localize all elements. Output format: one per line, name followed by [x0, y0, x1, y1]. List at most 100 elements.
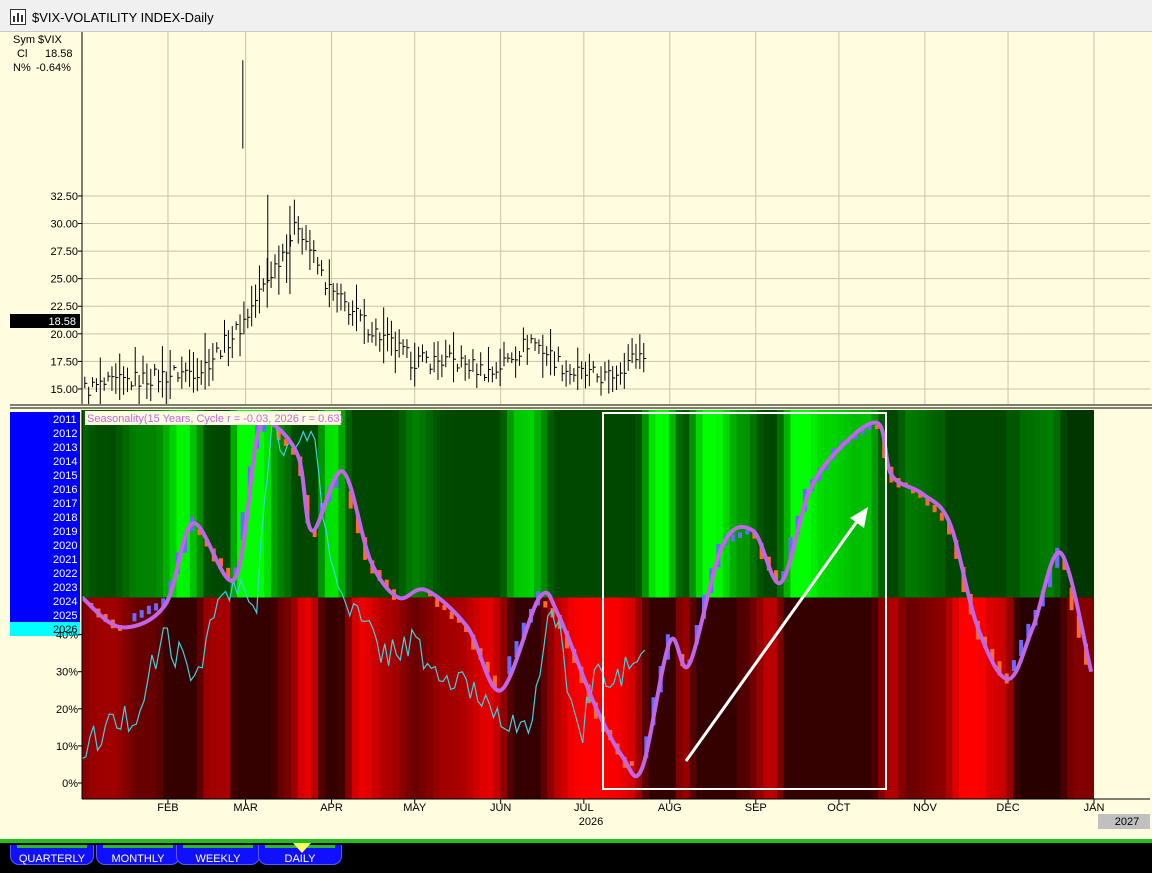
heat-cell-red [702, 597, 711, 799]
price-y-tick-label-2: 20.00 [50, 329, 78, 341]
heat-cell-green [527, 410, 535, 598]
heat-cell-green [716, 410, 724, 598]
year-label: 2026 [579, 816, 603, 828]
heat-cell-red [1040, 597, 1048, 799]
heat-cell-red [183, 597, 191, 799]
heat-cell-red [331, 597, 339, 799]
heat-cell-red [932, 597, 940, 799]
heat-cell-green [189, 410, 198, 598]
heat-cell-green [480, 410, 488, 598]
heat-cell-green [864, 410, 872, 598]
heat-cell-green [736, 410, 744, 598]
heat-cell-red [1006, 597, 1014, 799]
heat-cell-green [972, 410, 980, 598]
heat-cell-red [230, 597, 238, 799]
heat-cell-red [844, 597, 852, 799]
tab-daily[interactable]: DAILY [258, 843, 342, 865]
heat-cell-red [1060, 597, 1068, 799]
heat-cell-green [648, 410, 657, 598]
heat-cell-green [513, 410, 522, 598]
heat-cell-red [763, 597, 771, 799]
year-cell-label: 2022 [53, 568, 77, 580]
heat-cell-green [608, 410, 616, 598]
heat-cell-red [810, 597, 818, 799]
tab-quarterly[interactable]: QUARTERLY [10, 845, 94, 865]
heat-cell-green [675, 410, 684, 598]
seas-y-tick-label-0: 0% [62, 778, 78, 790]
heat-cell-red [608, 597, 616, 799]
heat-cell-red [783, 597, 791, 799]
heat-cell-green [979, 410, 987, 598]
tab-monthly[interactable]: MONTHLY [96, 845, 180, 865]
heat-cell-green [142, 410, 151, 598]
heat-cell-green [662, 410, 670, 598]
heat-cell-green [466, 410, 474, 598]
heat-cell-red [857, 597, 866, 799]
heat-cell-red [817, 597, 825, 799]
heat-cell-green [891, 410, 899, 598]
heat-cell-red [250, 597, 259, 799]
heat-cell-green [102, 410, 110, 598]
heat-cell-red [304, 597, 312, 799]
heat-cell-green [561, 410, 569, 598]
heat-cell-green [588, 410, 596, 598]
heat-cell-green [486, 410, 495, 598]
fill-above [146, 605, 151, 615]
heat-cell-red [716, 597, 724, 799]
heat-cell-green [938, 410, 947, 598]
title-bar: $VIX-VOLATILITY INDEX-Daily [0, 0, 1152, 32]
info-label-sym: Sym [13, 34, 35, 46]
heat-cell-red [547, 597, 555, 799]
heat-cell-green [655, 410, 663, 598]
heat-cell-green [108, 410, 117, 598]
heat-cell-green [857, 410, 866, 598]
heat-cell-green [635, 410, 643, 598]
heat-cell-red [412, 597, 420, 799]
year-cell-label: 2019 [53, 526, 77, 538]
timeframe-tabs: QUARTERLY MONTHLY WEEKLY DAILY [0, 839, 1152, 865]
heat-cell-red [965, 597, 974, 799]
heat-cell-green [311, 410, 319, 598]
heat-cell-green [756, 410, 765, 598]
fill-above [737, 532, 742, 539]
heat-cell-green [824, 410, 832, 598]
heat-cell-red [898, 597, 906, 799]
heat-cell-red [419, 597, 427, 799]
year-cell-label: 2018 [53, 512, 77, 524]
info-label-n: N% [13, 62, 31, 74]
heat-cell-green [156, 410, 164, 598]
heat-cell-green [162, 410, 171, 598]
heat-cell-green [581, 410, 589, 598]
heat-cell-red [196, 597, 205, 799]
heat-cell-red [540, 597, 549, 799]
heat-cell-green [1026, 410, 1034, 598]
heat-cell-red [237, 597, 245, 799]
heat-cell-green [122, 410, 130, 598]
heat-cell-green [628, 410, 636, 598]
heat-cell-red [891, 597, 899, 799]
heat-cell-red [243, 597, 252, 799]
heat-cell-green [722, 410, 731, 598]
tab-weekly[interactable]: WEEKLY [176, 845, 260, 865]
heat-cell-red [797, 597, 805, 799]
heat-cell-red [513, 597, 522, 799]
heat-cell-green [965, 410, 974, 598]
heat-cell-green [1019, 410, 1028, 598]
heat-cell-red [493, 597, 501, 799]
heat-cell-green [203, 410, 211, 598]
heat-cell-green [992, 410, 1001, 598]
fill-above [132, 613, 137, 622]
year-cell-label: 2023 [53, 582, 77, 594]
heat-cell-green [554, 410, 562, 598]
heat-cell-red [372, 597, 380, 799]
price-y-tick-label-5: 27.50 [50, 246, 78, 258]
heat-cell-red [574, 597, 582, 799]
active-tab-marker [293, 843, 311, 853]
heat-cell-red [169, 597, 178, 799]
year-cell-label: 2025 [53, 610, 77, 622]
year-cell-label: 2013 [53, 442, 77, 454]
bar-chart-icon [10, 9, 26, 25]
heat-cell-green [183, 410, 191, 598]
heat-cell-red [82, 597, 90, 799]
heat-cell-green [385, 410, 393, 598]
